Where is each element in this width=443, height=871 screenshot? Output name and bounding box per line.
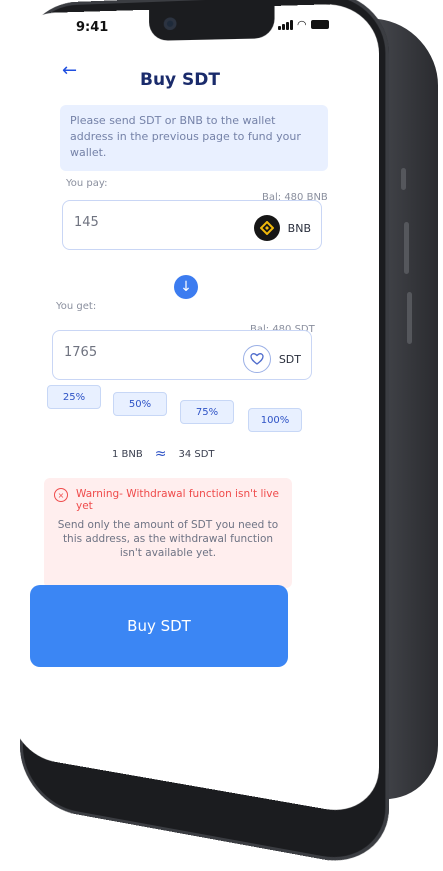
get-label: You get: [56,301,97,312]
status-time: 9:41 [76,20,109,35]
wifi-icon: ◠ [297,18,307,31]
signal-icon [278,19,293,30]
percent-50-button[interactable]: 50% [113,392,167,416]
volume-down-button [407,292,412,344]
back-arrow-icon[interactable]: ← [62,60,77,81]
get-amount-value: 1765 [64,345,98,360]
pay-label: You pay: [66,178,108,189]
percent-25-button[interactable]: 25% [47,385,101,409]
info-text: Please send SDT or BNB to the wallet add… [70,114,301,159]
percent-75-button[interactable]: 75% [180,400,234,424]
pay-amount-field[interactable]: 145 BNB [62,200,322,250]
page-title: Buy SDT [140,70,221,90]
swap-arrow-down-icon[interactable]: ↓ [174,275,198,299]
close-circle-icon: × [54,488,68,502]
buy-sdt-button[interactable]: Buy SDT [30,585,288,667]
bnb-logo-icon [253,215,280,241]
notch [149,5,275,41]
pay-amount-value: 145 [74,215,99,230]
approx-icon: ≈ [154,446,167,462]
rate-left: 1 BNB [112,448,143,460]
side-button [401,168,406,190]
rate-right: 34 SDT [178,448,215,460]
warning-box: × Warning- Withdrawal function isn't liv… [44,478,292,588]
pay-token-label: BNB [287,221,311,235]
volume-up-button [404,222,409,274]
device-mockup: 9:41 ◠ ← Buy SDT Please send SDT or BNB … [0,0,443,871]
battery-icon [310,20,329,29]
info-banner: Please send SDT or BNB to the wallet add… [60,105,328,171]
get-token[interactable]: SDT [242,345,301,373]
get-token-label: SDT [278,352,301,366]
get-amount-field[interactable]: 1765 SDT [52,330,312,380]
status-icons: ◠ [278,18,329,31]
camera-icon [163,17,177,31]
pay-token[interactable]: BNB [253,215,311,241]
percent-100-button[interactable]: 100% [248,408,302,432]
warning-title: Warning- Withdrawal function isn't live … [76,488,279,512]
exchange-rate: 1 BNB ≈ 34 SDT [112,446,215,462]
sdt-logo-icon [242,345,271,373]
warning-body: Send only the amount of SDT you need to … [57,519,279,560]
